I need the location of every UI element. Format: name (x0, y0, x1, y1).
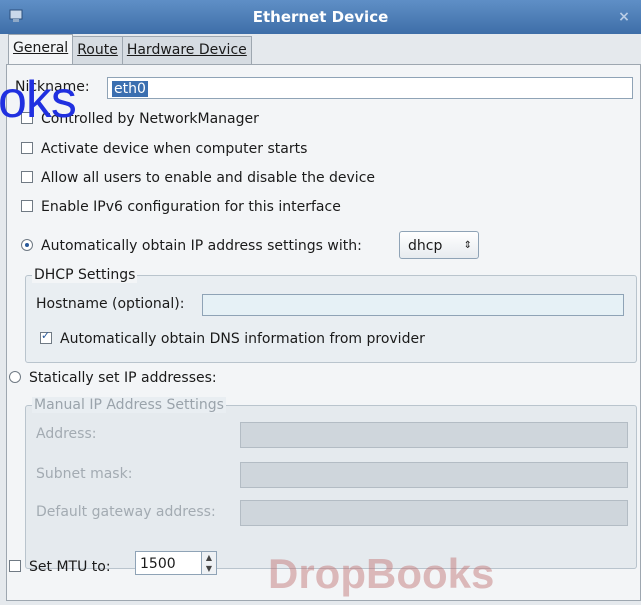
spin-arrows-icon[interactable]: ▲ ▼ (201, 552, 216, 574)
radio-dot[interactable] (21, 239, 33, 251)
close-button[interactable]: × (615, 8, 633, 26)
gateway-input[interactable] (240, 500, 628, 526)
window-body: General Route Hardware Device Nickname: … (0, 34, 641, 605)
allow-users-checkbox[interactable]: Allow all users to enable and disable th… (21, 170, 375, 186)
radio-dot[interactable] (9, 371, 21, 383)
static-ip-radio[interactable]: Statically set IP addresses: (9, 370, 217, 386)
mtu-spinbox[interactable]: 1500 ▲ ▼ (135, 551, 217, 575)
updown-arrows-icon: ⇕ (463, 240, 472, 251)
activate-on-start-checkbox[interactable]: Activate device when computer starts (21, 141, 307, 157)
checkbox-box[interactable] (21, 112, 33, 124)
checkbox-box[interactable] (40, 329, 52, 344)
subnet-input[interactable] (240, 462, 628, 488)
address-label: Address: (36, 426, 97, 442)
tab-general[interactable]: General (8, 34, 74, 67)
tab-hardware-device[interactable]: Hardware Device (121, 36, 252, 67)
ip-method-select[interactable]: dhcp ⇕ (399, 231, 479, 259)
subnet-label: Subnet mask: (36, 466, 133, 482)
checkbox-box[interactable] (21, 200, 33, 212)
tab-bar: General Route Hardware Device (8, 34, 252, 67)
controlled-by-nm-checkbox[interactable]: Controlled by NetworkManager (21, 111, 259, 127)
gateway-label: Default gateway address: (36, 504, 216, 520)
nickname-label: Nickname: (15, 79, 90, 95)
manual-ip-legend: Manual IP Address Settings (32, 397, 226, 413)
dhcp-settings-group: DHCP Settings Hostname (optional): Autom… (25, 267, 637, 363)
manual-ip-group: Manual IP Address Settings Address: Subn… (25, 397, 637, 569)
general-panel: Nickname: eth0 Controlled by NetworkMana… (6, 64, 641, 601)
address-input[interactable] (240, 422, 628, 448)
tab-route[interactable]: Route (72, 36, 123, 67)
enable-ipv6-checkbox[interactable]: Enable IPv6 configuration for this inter… (21, 199, 341, 215)
window-title: Ethernet Device (252, 8, 389, 26)
auto-ip-radio[interactable]: Automatically obtain IP address settings… (21, 238, 362, 254)
nickname-input[interactable]: eth0 (107, 77, 633, 99)
checkbox-box[interactable] (21, 142, 33, 154)
checkbox-box[interactable] (9, 560, 21, 572)
dhcp-settings-legend: DHCP Settings (32, 267, 138, 283)
set-mtu-checkbox[interactable]: Set MTU to: (9, 559, 111, 575)
dns-auto-checkbox[interactable]: Automatically obtain DNS information fro… (40, 329, 425, 347)
title-bar: Ethernet Device × (0, 0, 641, 35)
hostname-label: Hostname (optional): (36, 296, 185, 312)
checkbox-box[interactable] (21, 171, 33, 183)
hostname-input[interactable] (202, 294, 624, 316)
